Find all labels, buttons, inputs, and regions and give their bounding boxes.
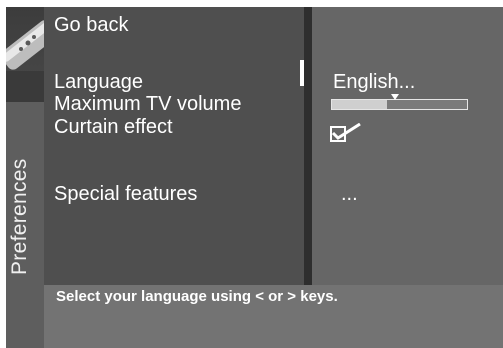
menu-item-language[interactable]: Language bbox=[54, 71, 143, 93]
max-volume-slider[interactable] bbox=[331, 94, 468, 110]
menu-item-maximum-tv-volume[interactable]: Maximum TV volume bbox=[54, 93, 241, 115]
slider-fill bbox=[332, 100, 388, 109]
menu-item-curtain-effect[interactable]: Curtain effect bbox=[54, 116, 173, 138]
side-tab-label: Preferences bbox=[8, 158, 31, 275]
preferences-side-tab[interactable]: Preferences bbox=[6, 7, 44, 348]
special-features-value[interactable]: ... bbox=[341, 183, 358, 205]
language-value[interactable]: English... bbox=[333, 71, 415, 93]
menu-panel bbox=[44, 7, 304, 285]
status-hint-text: Select your language using < or > keys. bbox=[56, 288, 338, 305]
slider-marker bbox=[391, 94, 400, 100]
selection-cursor bbox=[300, 60, 304, 86]
remote-control-icon bbox=[6, 7, 44, 102]
menu-item-go-back[interactable]: Go back bbox=[54, 14, 128, 36]
menu-item-special-features[interactable]: Special features bbox=[54, 183, 197, 205]
panel-divider bbox=[304, 7, 312, 285]
curtain-effect-checkbox[interactable] bbox=[330, 122, 364, 148]
